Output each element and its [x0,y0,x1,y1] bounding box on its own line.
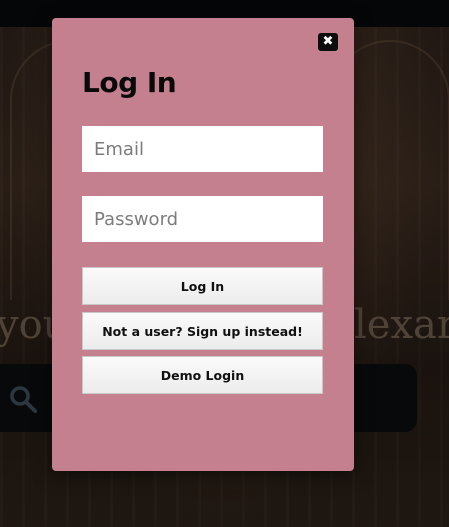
demo-login-button[interactable]: Demo Login [82,356,323,394]
password-field[interactable] [82,196,323,242]
modal-title: Log In [82,66,177,99]
login-modal: ✖ Log In Log In Not a user? Sign up inst… [52,18,354,471]
email-field[interactable] [82,126,323,172]
signup-button[interactable]: Not a user? Sign up instead! [82,312,323,350]
close-icon[interactable]: ✖ [318,33,338,51]
login-button[interactable]: Log In [82,267,323,305]
